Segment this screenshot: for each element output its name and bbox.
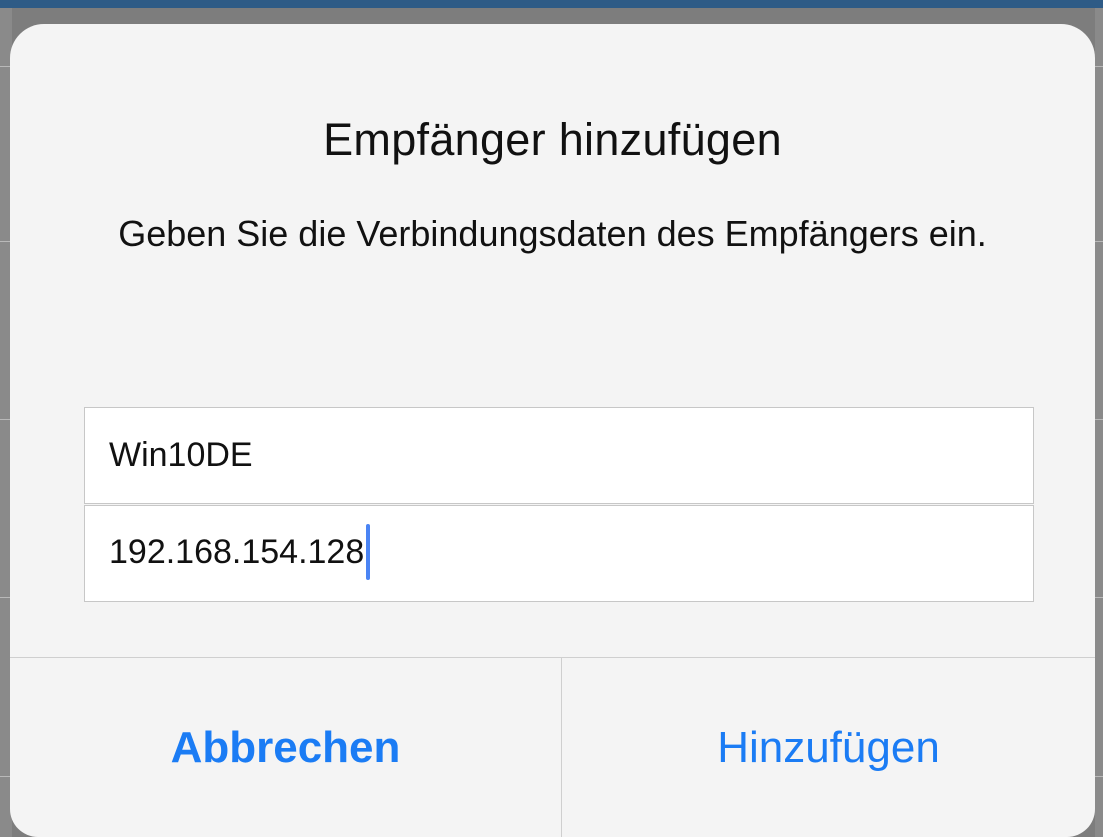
recipient-name-field[interactable]: Win10DE	[84, 407, 1034, 504]
recipient-address-text: 192.168.154.128	[109, 532, 365, 571]
add-recipient-dialog: Empfänger hinzufügen Geben Sie die Verbi…	[10, 24, 1095, 837]
recipient-address-field[interactable]: 192.168.154.128	[84, 505, 1034, 602]
dialog-message: Geben Sie die Verbindungsdaten des Empfä…	[118, 213, 987, 254]
background-right-edge	[1095, 8, 1103, 837]
recipient-name-value: Win10DE	[109, 436, 253, 474]
dialog-title: Empfänger hinzufügen	[323, 114, 782, 165]
window-top-strip	[0, 0, 1103, 8]
text-cursor	[366, 523, 371, 580]
recipient-address-value: 192.168.154.128	[85, 523, 371, 582]
add-button[interactable]: Hinzufügen	[562, 658, 1095, 837]
cancel-button[interactable]: Abbrechen	[10, 658, 561, 837]
